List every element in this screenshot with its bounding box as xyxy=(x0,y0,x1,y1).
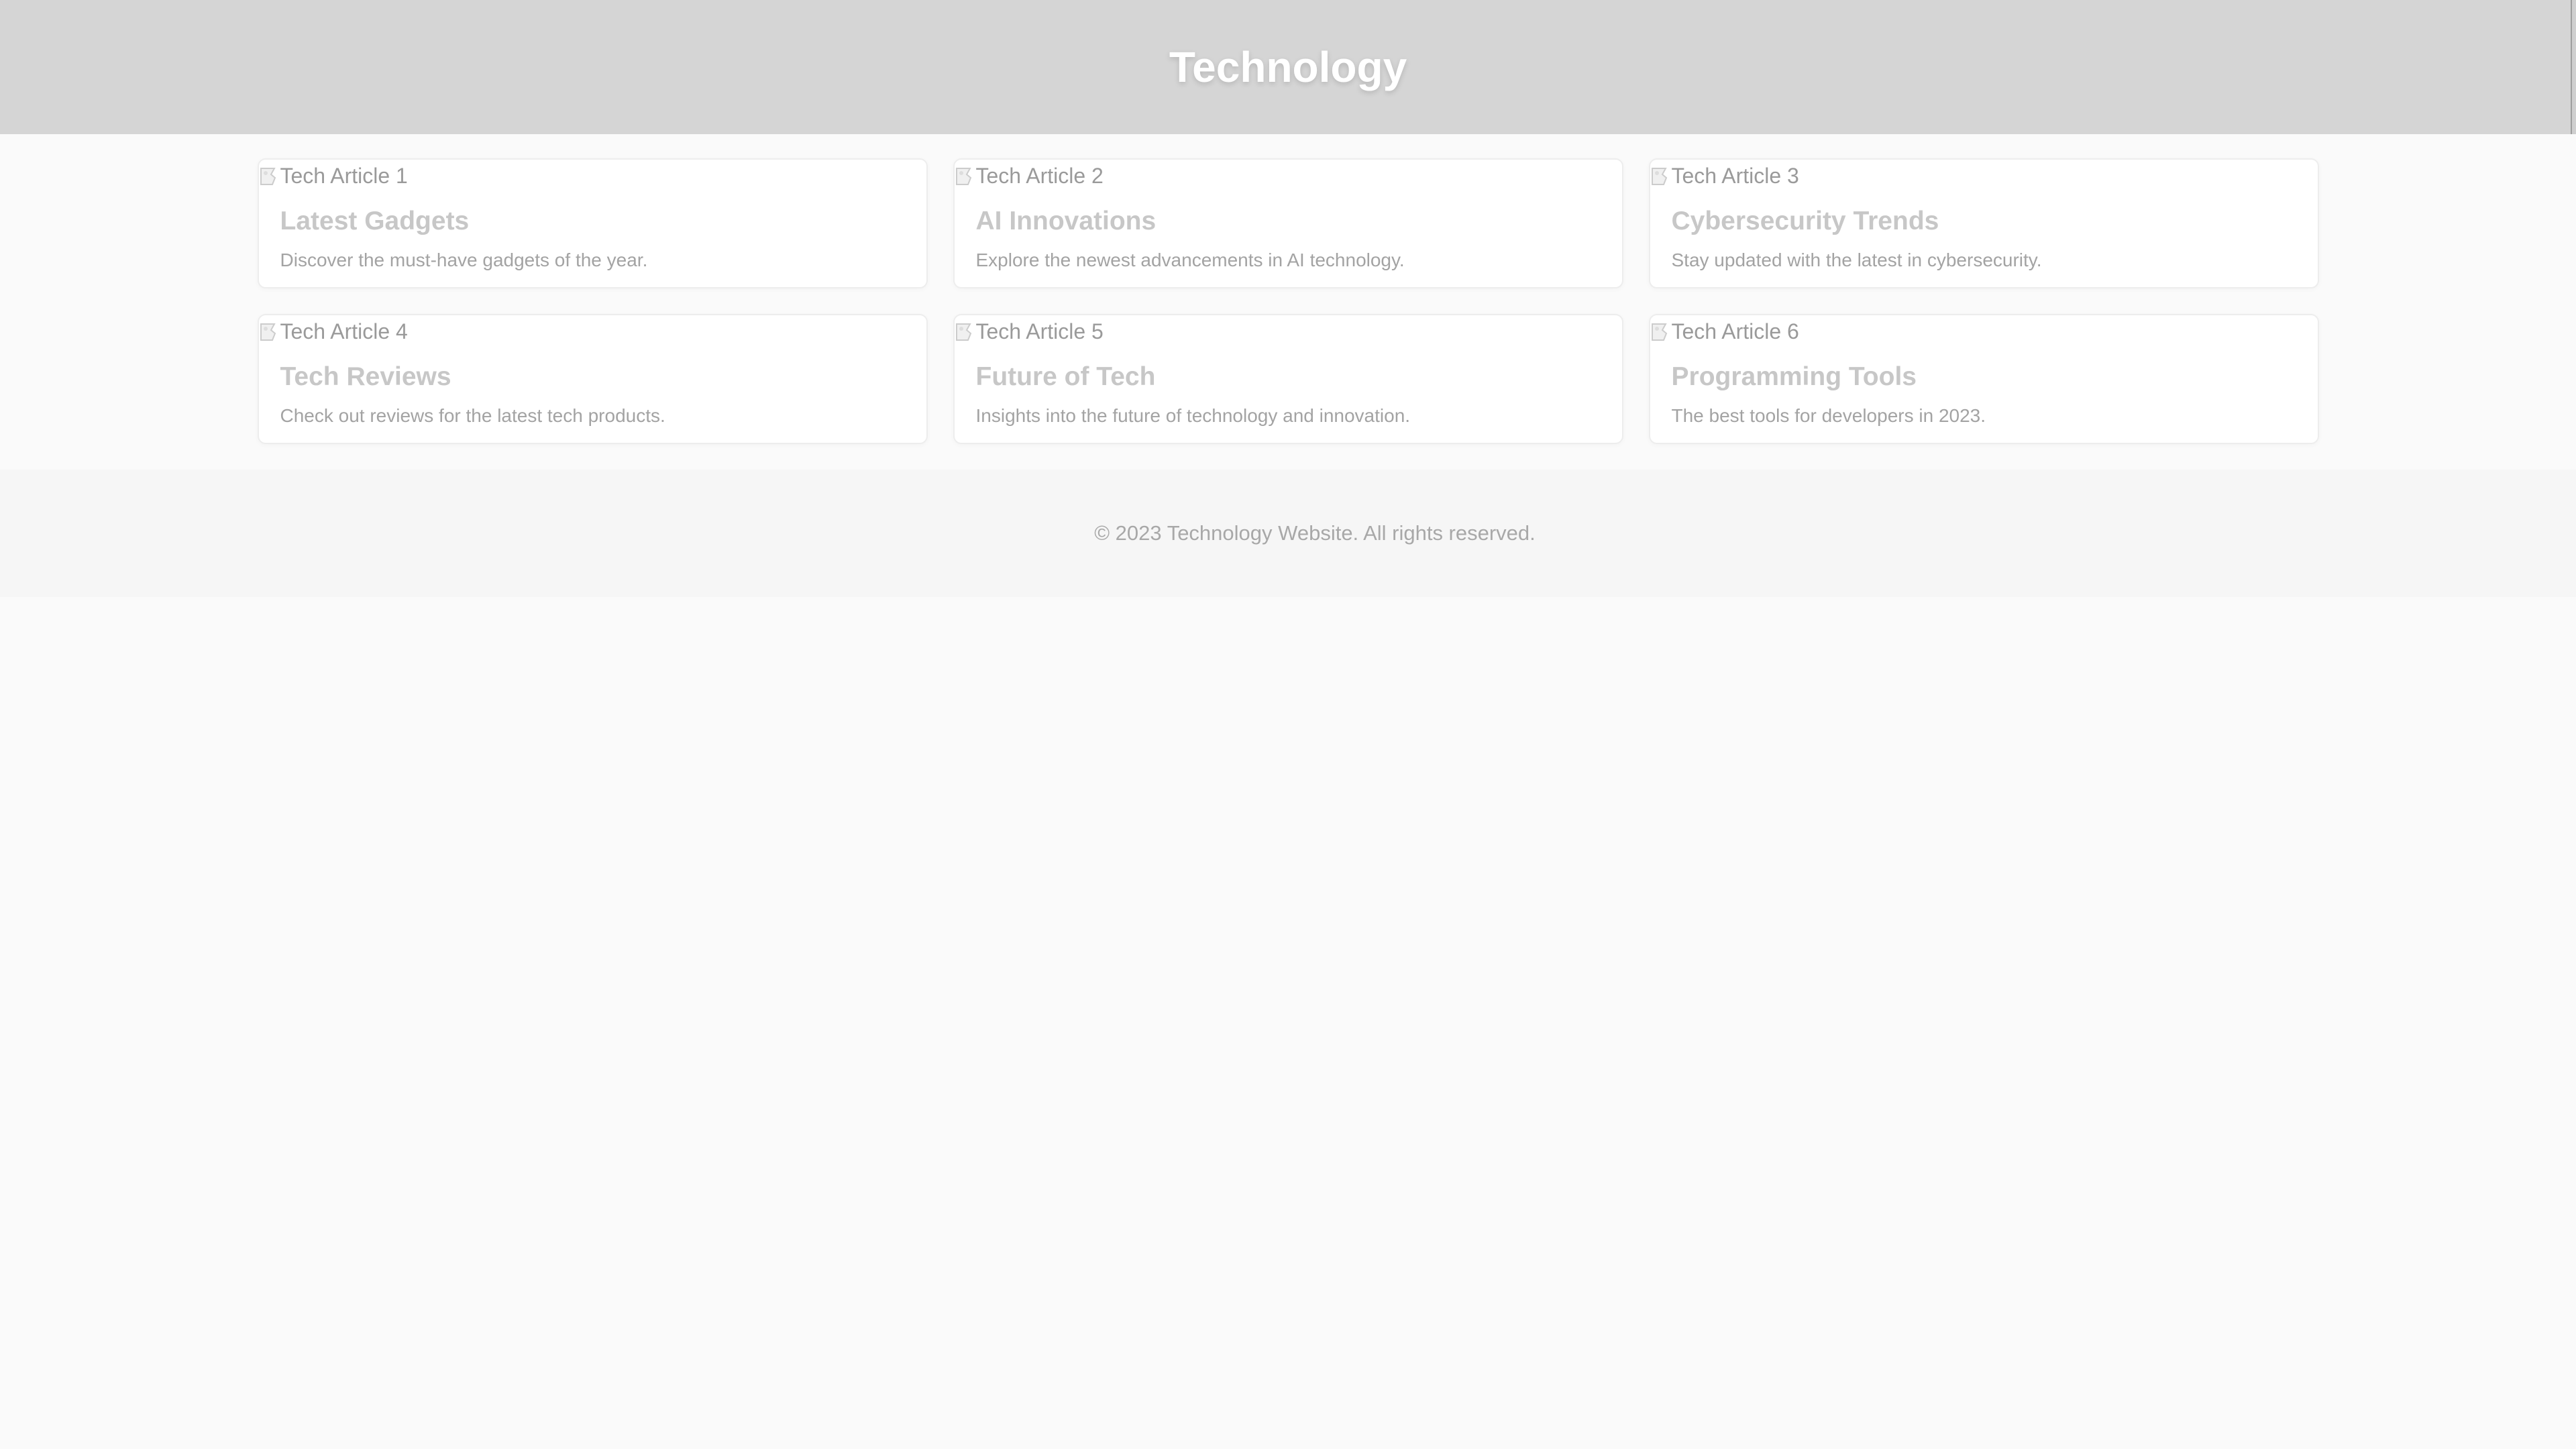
article-grid: Tech Article 1 Latest Gadgets Discover t… xyxy=(257,134,2319,444)
broken-image-icon xyxy=(259,166,280,187)
article-image-alt: Tech Article 2 xyxy=(975,164,1104,188)
broken-image-icon xyxy=(955,166,976,187)
broken-image-icon xyxy=(1650,166,1672,187)
article-title[interactable]: Latest Gadgets xyxy=(280,207,470,236)
article-card[interactable]: Tech Article 6 Programming Tools The bes… xyxy=(1648,314,2319,444)
scrollbar[interactable] xyxy=(2571,0,2576,134)
page-footer: © 2023 Technology Website. All rights re… xyxy=(0,470,2576,597)
article-image-alt: Tech Article 3 xyxy=(1671,164,1799,188)
article-image: Tech Article 3 xyxy=(1650,164,1799,189)
article-card[interactable]: Tech Article 2 AI Innovations Explore th… xyxy=(953,158,1623,288)
article-image: Tech Article 1 xyxy=(259,164,408,189)
article-card[interactable]: Tech Article 1 Latest Gadgets Discover t… xyxy=(257,158,928,288)
article-title[interactable]: Tech Reviews xyxy=(280,362,451,392)
article-description: The best tools for developers in 2023. xyxy=(1671,405,1986,426)
broken-image-icon xyxy=(955,321,976,343)
article-image: Tech Article 4 xyxy=(259,319,408,344)
article-description: Stay updated with the latest in cybersec… xyxy=(1671,250,2042,270)
article-image-alt: Tech Article 1 xyxy=(280,164,408,188)
article-card[interactable]: Tech Article 3 Cybersecurity Trends Stay… xyxy=(1648,158,2319,288)
article-description: Explore the newest advancements in AI te… xyxy=(975,250,1405,270)
article-card[interactable]: Tech Article 5 Future of Tech Insights i… xyxy=(953,314,1623,444)
article-image: Tech Article 6 xyxy=(1650,319,1799,344)
article-title[interactable]: Cybersecurity Trends xyxy=(1672,207,1939,236)
article-description: Insights into the future of technology a… xyxy=(975,405,1411,426)
page-header: Technology xyxy=(0,0,2576,134)
article-card[interactable]: Tech Article 4 Tech Reviews Check out re… xyxy=(257,314,928,444)
article-title[interactable]: Programming Tools xyxy=(1672,362,1917,392)
broken-image-icon xyxy=(259,321,280,343)
article-description: Check out reviews for the latest tech pr… xyxy=(280,405,665,426)
article-image-alt: Tech Article 6 xyxy=(1671,319,1799,343)
article-title[interactable]: Future of Tech xyxy=(976,362,1156,392)
footer-copyright: © 2023 Technology Website. All rights re… xyxy=(1094,521,1536,545)
article-image: Tech Article 2 xyxy=(955,164,1104,189)
article-image-alt: Tech Article 5 xyxy=(975,319,1104,343)
page-title: Technology xyxy=(1169,43,1407,91)
article-image-alt: Tech Article 4 xyxy=(280,319,408,343)
article-description: Discover the must-have gadgets of the ye… xyxy=(280,250,648,270)
article-title[interactable]: AI Innovations xyxy=(976,207,1157,236)
broken-image-icon xyxy=(1650,321,1672,343)
article-image: Tech Article 5 xyxy=(955,319,1104,344)
